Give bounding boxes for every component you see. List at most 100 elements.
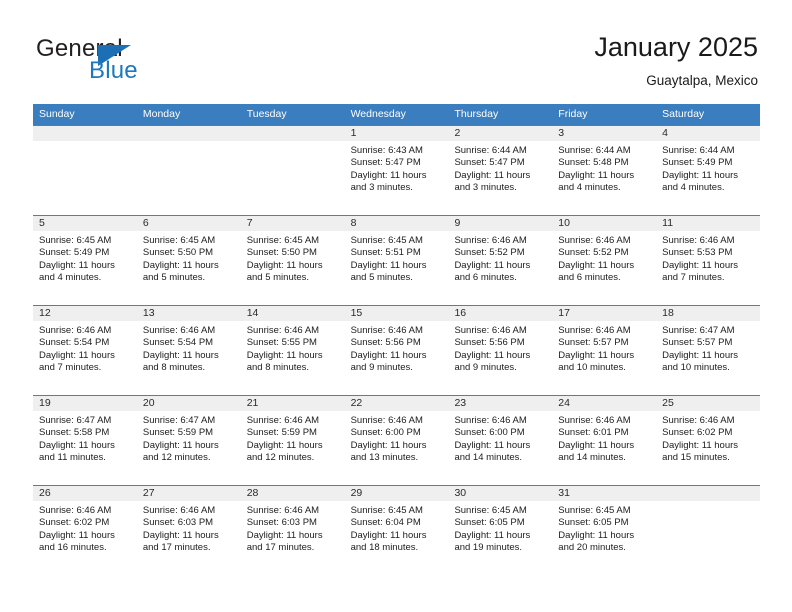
sunrise-text: Sunrise: 6:45 AM xyxy=(350,505,423,516)
daylight-text-line1: Daylight: 11 hours xyxy=(558,349,635,361)
daylight-text-line2: and 5 minutes. xyxy=(142,272,206,284)
day-cell[interactable]: 18 Sunrise: 6:47 AM Sunset: 5:57 PM Dayl… xyxy=(656,306,761,395)
sunset-text: Sunset: 5:51 PM xyxy=(350,247,421,259)
day-cell[interactable]: 12 Sunrise: 6:46 AM Sunset: 5:54 PM Dayl… xyxy=(33,306,137,395)
daylight-text-line2: and 17 minutes. xyxy=(142,542,211,554)
daylight-text-line1: Daylight: 11 hours xyxy=(558,529,635,541)
daylight-text-line2: and 10 minutes. xyxy=(662,362,730,374)
day-cell[interactable]: 16 Sunrise: 6:46 AM Sunset: 5:56 PM Dayl… xyxy=(448,306,553,395)
sunset-text: Sunset: 5:57 PM xyxy=(558,337,629,349)
sunset-text: Sunset: 6:05 PM xyxy=(558,517,629,529)
day-details: Sunrise: 6:44 AM Sunset: 5:49 PM Dayligh… xyxy=(656,141,760,195)
day-cell[interactable]: 26 Sunrise: 6:46 AM Sunset: 6:02 PM Dayl… xyxy=(33,486,137,575)
day-cell[interactable]: 5 Sunrise: 6:45 AM Sunset: 5:49 PM Dayli… xyxy=(33,216,137,305)
day-cell[interactable]: 8 Sunrise: 6:45 AM Sunset: 5:51 PM Dayli… xyxy=(344,216,449,305)
day-cell[interactable]: 27 Sunrise: 6:46 AM Sunset: 6:03 PM Dayl… xyxy=(136,486,241,575)
title-block: January 2025 Guaytalpa, Mexico xyxy=(594,30,758,89)
day-cell[interactable]: 31 Sunrise: 6:45 AM Sunset: 6:05 PM Dayl… xyxy=(552,486,657,575)
day-cell[interactable]: 3 Sunrise: 6:44 AM Sunset: 5:48 PM Dayli… xyxy=(552,126,657,215)
sunset-text: Sunset: 5:57 PM xyxy=(662,337,733,349)
sunset-text: Sunset: 5:47 PM xyxy=(454,157,525,169)
day-cell[interactable]: 21 Sunrise: 6:46 AM Sunset: 5:59 PM Dayl… xyxy=(240,396,345,485)
weekday-sunday: Sunday xyxy=(39,108,75,120)
day-details: Sunrise: 6:44 AM Sunset: 5:48 PM Dayligh… xyxy=(552,141,656,195)
day-cell[interactable]: 24 Sunrise: 6:46 AM Sunset: 6:01 PM Dayl… xyxy=(552,396,657,485)
sunrise-text: Sunrise: 6:46 AM xyxy=(662,415,735,426)
day-number: 22 xyxy=(344,396,449,411)
sunrise-text: Sunrise: 6:46 AM xyxy=(558,235,631,246)
day-cell[interactable]: 19 Sunrise: 6:47 AM Sunset: 5:58 PM Dayl… xyxy=(33,396,137,485)
day-cell[interactable]: 1 Sunrise: 6:43 AM Sunset: 5:47 PM Dayli… xyxy=(344,126,449,215)
day-cell[interactable]: 7 Sunrise: 6:45 AM Sunset: 5:50 PM Dayli… xyxy=(240,216,345,305)
sunset-text: Sunset: 6:00 PM xyxy=(454,427,525,439)
day-cell[interactable]: 17 Sunrise: 6:46 AM Sunset: 5:57 PM Dayl… xyxy=(552,306,657,395)
daylight-text-line2: and 10 minutes. xyxy=(558,362,626,374)
day-details: Sunrise: 6:45 AM Sunset: 5:49 PM Dayligh… xyxy=(33,231,137,285)
day-cell[interactable]: 23 Sunrise: 6:46 AM Sunset: 6:00 PM Dayl… xyxy=(448,396,553,485)
sunset-text: Sunset: 5:49 PM xyxy=(39,247,110,259)
day-cell[interactable]: 6 Sunrise: 6:45 AM Sunset: 5:50 PM Dayli… xyxy=(136,216,241,305)
day-number: 24 xyxy=(552,396,657,411)
sunset-text: Sunset: 5:50 PM xyxy=(142,247,214,259)
day-cell[interactable]: 28 Sunrise: 6:46 AM Sunset: 6:03 PM Dayl… xyxy=(240,486,345,575)
daylight-text-line1: Daylight: 11 hours xyxy=(454,529,531,541)
day-details: Sunrise: 6:46 AM Sunset: 5:56 PM Dayligh… xyxy=(448,321,552,375)
day-cell[interactable] xyxy=(656,486,761,575)
day-cell[interactable]: 29 Sunrise: 6:45 AM Sunset: 6:04 PM Dayl… xyxy=(344,486,449,575)
sunset-text: Sunset: 5:59 PM xyxy=(142,427,214,439)
sunrise-text: Sunrise: 6:46 AM xyxy=(246,505,320,516)
sunset-text: Sunset: 5:54 PM xyxy=(39,337,110,349)
day-cell[interactable]: 22 Sunrise: 6:46 AM Sunset: 6:00 PM Dayl… xyxy=(344,396,449,485)
daylight-text-line1: Daylight: 11 hours xyxy=(558,259,635,271)
day-number: 11 xyxy=(656,216,761,231)
day-cell[interactable]: 10 Sunrise: 6:46 AM Sunset: 5:52 PM Dayl… xyxy=(552,216,657,305)
daylight-text-line2: and 17 minutes. xyxy=(246,542,315,554)
day-cell[interactable]: 13 Sunrise: 6:46 AM Sunset: 5:54 PM Dayl… xyxy=(136,306,241,395)
day-number xyxy=(656,486,761,501)
day-number: 10 xyxy=(552,216,657,231)
daylight-text-line1: Daylight: 11 hours xyxy=(350,169,427,181)
daylight-text-line1: Daylight: 11 hours xyxy=(39,259,115,271)
day-number: 9 xyxy=(448,216,553,231)
daylight-text-line1: Daylight: 11 hours xyxy=(246,259,323,271)
daylight-text-line2: and 11 minutes. xyxy=(39,452,106,464)
sunrise-text: Sunrise: 6:47 AM xyxy=(662,325,735,336)
daylight-text-line2: and 4 minutes. xyxy=(558,182,621,194)
sunrise-text: Sunrise: 6:45 AM xyxy=(142,235,216,246)
day-cell[interactable]: 4 Sunrise: 6:44 AM Sunset: 5:49 PM Dayli… xyxy=(656,126,761,215)
day-number: 27 xyxy=(136,486,241,501)
day-cell[interactable]: 11 Sunrise: 6:46 AM Sunset: 5:53 PM Dayl… xyxy=(656,216,761,305)
day-cell[interactable] xyxy=(33,126,137,215)
sunrise-text: Sunrise: 6:45 AM xyxy=(246,235,320,246)
sunrise-text: Sunrise: 6:46 AM xyxy=(142,325,216,336)
day-cell[interactable]: 25 Sunrise: 6:46 AM Sunset: 6:02 PM Dayl… xyxy=(656,396,761,485)
day-details: Sunrise: 6:45 AM Sunset: 5:50 PM Dayligh… xyxy=(137,231,241,285)
week-row: 1 Sunrise: 6:43 AM Sunset: 5:47 PM Dayli… xyxy=(33,125,761,215)
daylight-text-line2: and 4 minutes. xyxy=(39,272,102,284)
day-cell[interactable] xyxy=(136,126,241,215)
day-cell[interactable]: 30 Sunrise: 6:45 AM Sunset: 6:05 PM Dayl… xyxy=(448,486,553,575)
day-cell[interactable]: 20 Sunrise: 6:47 AM Sunset: 5:59 PM Dayl… xyxy=(136,396,241,485)
weekday-monday: Monday xyxy=(142,108,181,120)
day-cell[interactable]: 15 Sunrise: 6:46 AM Sunset: 5:56 PM Dayl… xyxy=(344,306,449,395)
sunrise-text: Sunrise: 6:46 AM xyxy=(39,505,112,516)
day-details: Sunrise: 6:46 AM Sunset: 5:54 PM Dayligh… xyxy=(137,321,241,375)
calendar-grid: Sunday Monday Tuesday Wednesday Thursday… xyxy=(33,104,761,575)
weekday-thursday: Thursday xyxy=(454,108,499,120)
daylight-text-line2: and 5 minutes. xyxy=(350,272,413,284)
day-cell[interactable]: 2 Sunrise: 6:44 AM Sunset: 5:47 PM Dayli… xyxy=(448,126,553,215)
daylight-text-line1: Daylight: 11 hours xyxy=(39,439,115,451)
page-header: General Blue January 2025 Guaytalpa, Mex… xyxy=(0,0,792,100)
day-cell[interactable]: 14 Sunrise: 6:46 AM Sunset: 5:55 PM Dayl… xyxy=(240,306,345,395)
day-details: Sunrise: 6:46 AM Sunset: 6:00 PM Dayligh… xyxy=(345,411,449,465)
sunrise-text: Sunrise: 6:46 AM xyxy=(39,325,112,336)
sunset-text: Sunset: 6:04 PM xyxy=(350,517,421,529)
day-details: Sunrise: 6:46 AM Sunset: 5:54 PM Dayligh… xyxy=(33,321,137,375)
daylight-text-line1: Daylight: 11 hours xyxy=(350,529,427,541)
daylight-text-line2: and 5 minutes. xyxy=(246,272,310,284)
day-number: 16 xyxy=(448,306,553,321)
daylight-text-line1: Daylight: 11 hours xyxy=(454,259,531,271)
day-cell[interactable] xyxy=(240,126,345,215)
day-cell[interactable]: 9 Sunrise: 6:46 AM Sunset: 5:52 PM Dayli… xyxy=(448,216,553,305)
day-details: Sunrise: 6:46 AM Sunset: 6:03 PM Dayligh… xyxy=(241,501,345,555)
